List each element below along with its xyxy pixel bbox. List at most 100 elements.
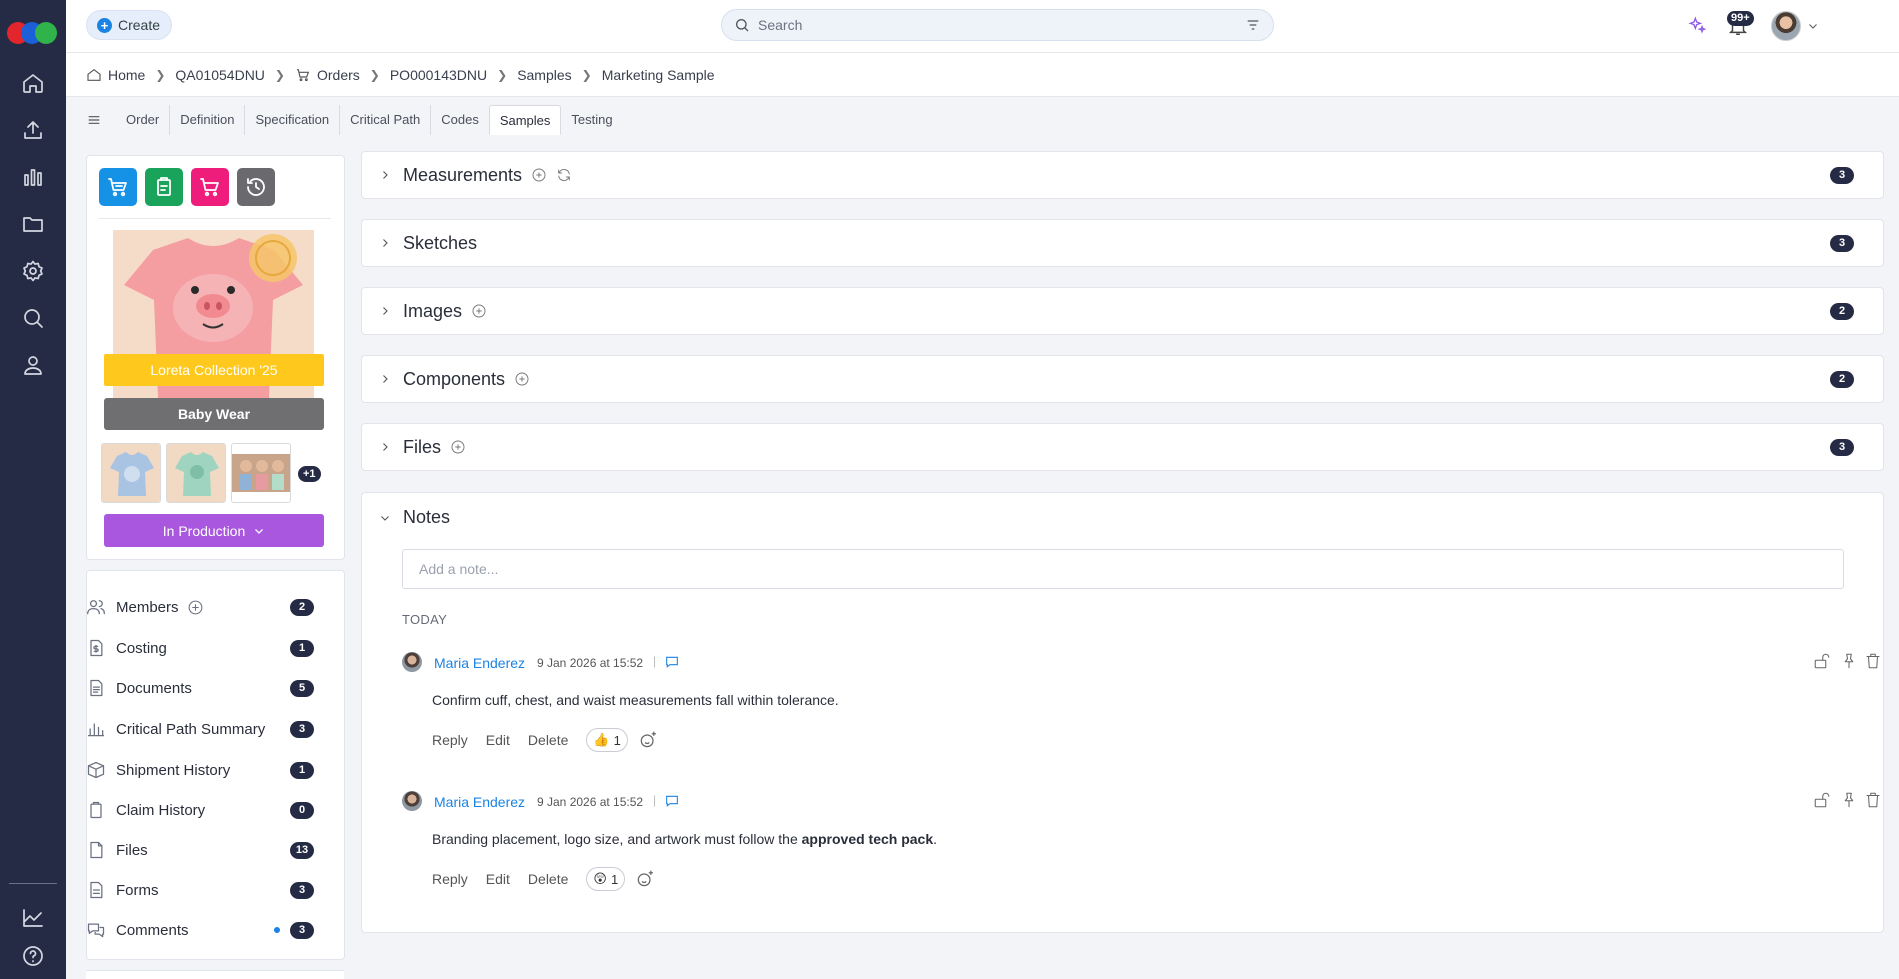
delete-button[interactable]: Delete — [528, 732, 568, 748]
tab-samples[interactable]: Samples — [488, 105, 562, 135]
thumbnail-2[interactable] — [166, 443, 226, 503]
notes-header[interactable]: Notes — [379, 507, 450, 528]
user-icon[interactable] — [19, 351, 47, 379]
chat-bubble-icon[interactable] — [664, 793, 680, 809]
add-reaction-icon[interactable] — [638, 730, 658, 750]
history-button[interactable] — [237, 168, 275, 206]
analytics-icon[interactable] — [19, 904, 47, 932]
author-avatar[interactable] — [402, 791, 422, 811]
critical-path-count: 3 — [290, 720, 314, 738]
menu-icon[interactable] — [86, 112, 116, 129]
edit-button[interactable]: Edit — [486, 732, 510, 748]
unread-dot — [274, 927, 280, 933]
tab-testing[interactable]: Testing — [561, 105, 622, 135]
chat-bubble-icon[interactable] — [664, 654, 680, 670]
breadcrumb-qa[interactable]: QA01054DNU — [175, 67, 265, 83]
section-title: Measurements — [403, 164, 523, 185]
tab-order[interactable]: Order — [116, 105, 171, 135]
side-item-files[interactable]: Files 13 — [86, 835, 330, 865]
bar-chart-icon[interactable] — [19, 163, 47, 191]
author-avatar[interactable] — [402, 652, 422, 672]
note-author[interactable]: Maria Enderez — [434, 794, 525, 810]
reaction-chip[interactable]: 😲 1 — [586, 867, 626, 891]
clipboard-button[interactable] — [145, 168, 183, 206]
search-input[interactable] — [758, 17, 1245, 33]
section-images[interactable]: Images 2 — [361, 287, 1884, 335]
note-author[interactable]: Maria Enderez — [434, 655, 525, 671]
side-item-documents[interactable]: Documents 5 — [86, 673, 330, 703]
cart-remove-button[interactable] — [191, 168, 229, 206]
unlock-icon[interactable] — [1813, 652, 1831, 673]
side-item-costing[interactable]: Costing 1 — [86, 633, 330, 663]
add-circle-icon[interactable] — [531, 167, 547, 183]
breadcrumb-orders[interactable]: Orders — [295, 67, 360, 83]
add-circle-icon[interactable] — [187, 599, 204, 616]
add-circle-icon[interactable] — [471, 303, 487, 319]
left-nav — [0, 0, 66, 979]
delete-button[interactable]: Delete — [528, 871, 568, 887]
reply-button[interactable]: Reply — [432, 732, 468, 748]
tab-specification[interactable]: Specification — [245, 105, 341, 135]
trash-icon[interactable] — [1864, 652, 1882, 673]
breadcrumb-home[interactable]: Home — [86, 67, 145, 83]
search-icon[interactable] — [19, 304, 47, 332]
reply-button[interactable]: Reply — [432, 871, 468, 887]
add-circle-icon[interactable] — [514, 371, 530, 387]
side-item-claim-history[interactable]: Claim History 0 — [86, 795, 330, 825]
ai-sparkle-icon[interactable] — [1687, 15, 1707, 35]
pin-icon[interactable] — [1840, 791, 1858, 812]
status-dropdown[interactable]: In Production — [104, 514, 324, 547]
claim-count: 0 — [290, 801, 314, 819]
chevron-right-icon — [383, 307, 388, 315]
folder-icon[interactable] — [19, 210, 47, 238]
document-icon — [90, 679, 103, 697]
status-label: In Production — [162, 522, 246, 539]
breadcrumb-samples[interactable]: Samples — [517, 67, 571, 83]
create-button[interactable]: + Create — [86, 10, 172, 40]
help-icon[interactable] — [19, 942, 47, 970]
chevron-down-icon[interactable] — [1807, 20, 1819, 32]
upload-icon[interactable] — [19, 116, 47, 144]
section-title: Sketches — [403, 232, 478, 253]
edit-button[interactable]: Edit — [486, 871, 510, 887]
reaction-count: 1 — [610, 871, 619, 887]
tab-definition[interactable]: Definition — [170, 105, 246, 135]
tabs-bar: Order Definition Specification Critical … — [66, 97, 1899, 139]
add-circle-icon[interactable] — [450, 439, 466, 455]
chevron-right-icon — [383, 239, 388, 247]
refresh-icon[interactable] — [556, 167, 572, 183]
chevron-right-icon: ❯ — [155, 68, 166, 82]
more-images-badge[interactable]: +1 — [298, 466, 321, 482]
side-item-critical-path-summary[interactable]: Critical Path Summary 3 — [86, 714, 330, 744]
shipment-count: 1 — [290, 761, 314, 779]
buy-button[interactable] — [99, 168, 137, 206]
chevron-down-icon — [381, 515, 389, 521]
tab-codes[interactable]: Codes — [431, 105, 489, 135]
reaction-count: 1 — [613, 732, 621, 748]
top-bar: + Create — [66, 0, 1899, 53]
app-logo[interactable] — [7, 22, 59, 44]
section-components[interactable]: Components 2 — [361, 355, 1884, 403]
thumbnail-3[interactable] — [231, 443, 291, 503]
side-item-members[interactable]: Members 2 — [86, 592, 330, 622]
user-avatar[interactable] — [1771, 11, 1801, 41]
tab-critical-path[interactable]: Critical Path — [340, 105, 432, 135]
add-note-input[interactable] — [402, 549, 1844, 589]
filter-icon[interactable] — [1245, 17, 1261, 33]
breadcrumb-po[interactable]: PO000143DNU — [390, 67, 487, 83]
reaction-chip[interactable]: 👍 1 — [586, 728, 628, 752]
section-measurements[interactable]: Measurements 3 — [361, 151, 1884, 199]
trash-icon[interactable] — [1864, 791, 1882, 812]
side-item-forms[interactable]: Forms 3 — [86, 875, 330, 905]
section-sketches[interactable]: Sketches 3 — [361, 219, 1884, 267]
pin-icon[interactable] — [1840, 652, 1858, 673]
thumbnail-1[interactable] — [101, 443, 161, 503]
section-count: 3 — [1830, 235, 1854, 252]
gear-icon[interactable] — [19, 257, 47, 285]
add-reaction-icon[interactable] — [635, 869, 655, 889]
side-item-comments[interactable]: Comments 3 — [86, 915, 330, 945]
side-item-shipment-history[interactable]: Shipment History 1 — [86, 755, 330, 785]
unlock-icon[interactable] — [1813, 791, 1831, 812]
section-files[interactable]: Files 3 — [361, 423, 1884, 471]
home-icon[interactable] — [19, 69, 47, 97]
